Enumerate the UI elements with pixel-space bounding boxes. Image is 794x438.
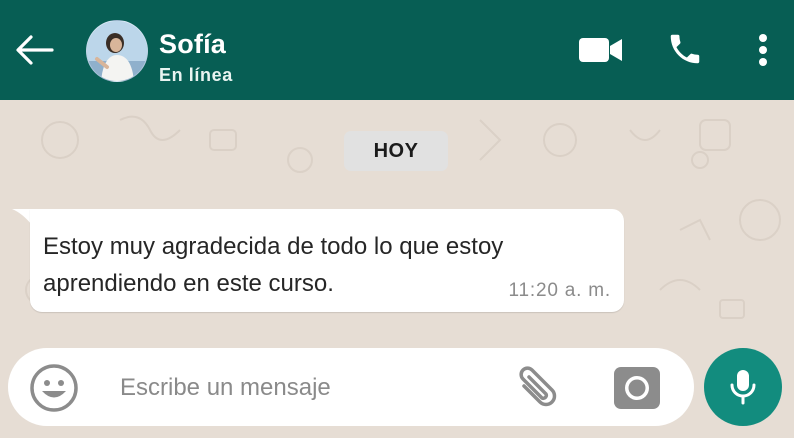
camera-button[interactable] xyxy=(612,363,662,413)
contact-name[interactable]: Sofía xyxy=(159,29,226,60)
message-composer xyxy=(8,348,694,426)
paperclip-icon xyxy=(519,366,557,407)
camera-icon xyxy=(614,367,660,409)
emoji-button[interactable] xyxy=(28,362,80,414)
chat-header: Sofía En línea xyxy=(0,0,794,100)
back-button[interactable] xyxy=(12,30,56,70)
video-call-button[interactable] xyxy=(574,28,628,72)
video-camera-icon xyxy=(579,38,622,62)
message-time: 11:20 a. m. xyxy=(508,280,611,301)
voice-message-button[interactable] xyxy=(704,348,782,426)
message-bubble-incoming[interactable]: Estoy muy agradecida de todo lo que esto… xyxy=(30,209,624,312)
emoji-icon xyxy=(30,364,78,412)
bubble-tail xyxy=(12,209,32,225)
attach-button[interactable] xyxy=(510,360,566,416)
contact-status: En línea xyxy=(159,65,233,85)
more-vertical-icon xyxy=(759,34,767,66)
avatar[interactable] xyxy=(86,20,148,82)
message-input[interactable] xyxy=(120,368,480,408)
voice-call-button[interactable] xyxy=(662,26,708,72)
date-separator: HOY xyxy=(344,131,448,171)
more-options-button[interactable] xyxy=(748,28,778,72)
contact-photo xyxy=(87,21,147,81)
arrow-left-icon xyxy=(16,35,54,65)
microphone-icon xyxy=(730,370,756,405)
phone-icon xyxy=(670,34,700,64)
